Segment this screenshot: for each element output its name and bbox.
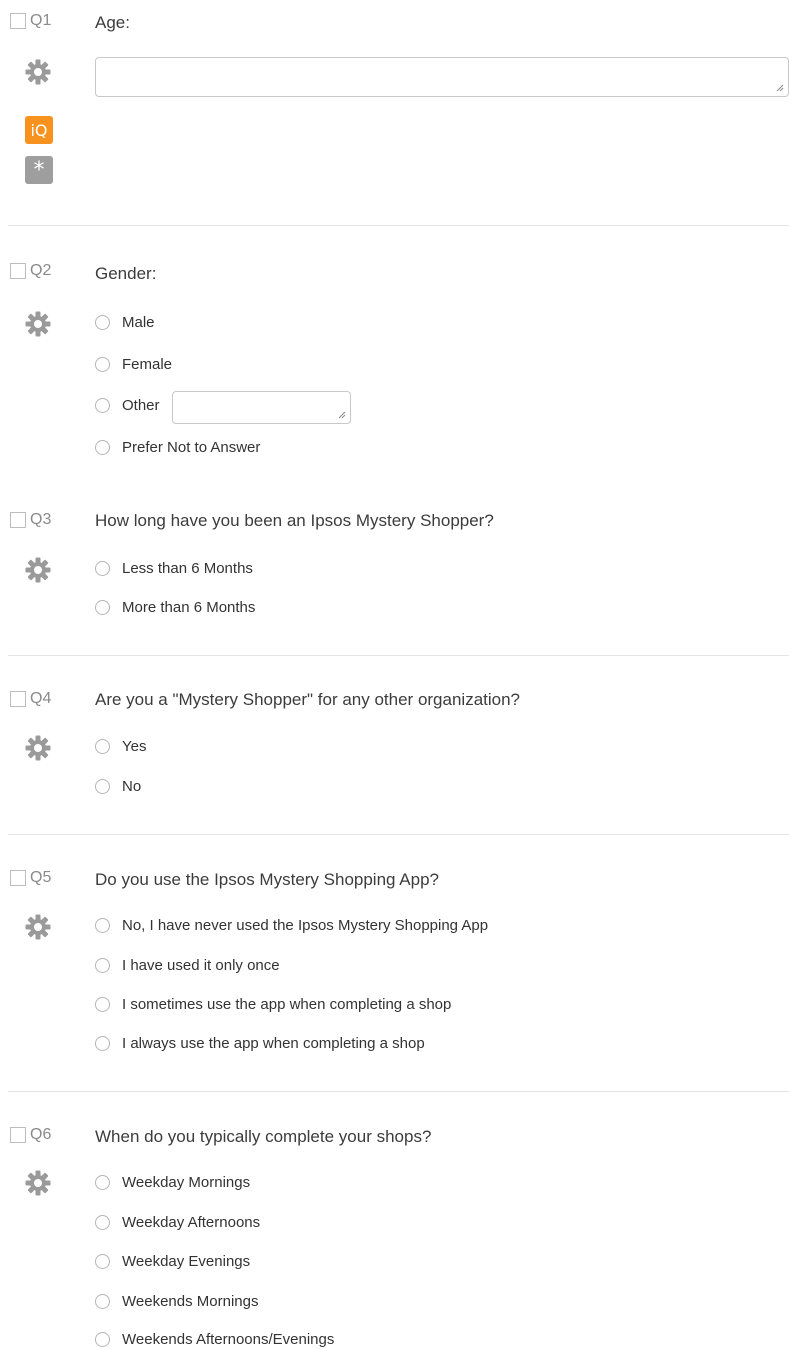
age-text-entry[interactable]: [95, 57, 789, 97]
radio-button[interactable]: [95, 1214, 110, 1230]
question-text[interactable]: How long have you been an Ipsos Mystery …: [95, 510, 494, 532]
choice-label: Yes: [122, 737, 147, 755]
choice-weekday-evenings[interactable]: Weekday Evenings: [95, 1250, 250, 1272]
iq-icon[interactable]: iQ: [25, 116, 53, 144]
choice-weekends-mornings[interactable]: Weekends Mornings: [95, 1290, 258, 1312]
question-text[interactable]: Are you a "Mystery Shopper" for any othe…: [95, 689, 520, 711]
choice-never-used-app[interactable]: No, I have never used the Ipsos Mystery …: [95, 914, 488, 936]
radio-button[interactable]: [95, 1331, 110, 1347]
radio-button[interactable]: [95, 1293, 110, 1309]
gear-icon[interactable]: [24, 913, 52, 941]
question-checkbox[interactable]: [10, 263, 26, 279]
choice-weekday-mornings[interactable]: Weekday Mornings: [95, 1171, 250, 1193]
question-block-q4: Q4 Are you a "Mystery Shopper" for any o…: [0, 688, 789, 808]
resize-handle-icon[interactable]: [338, 411, 346, 419]
choice-no[interactable]: No: [95, 775, 141, 797]
choice-sometimes-use[interactable]: I sometimes use the app when completing …: [95, 993, 451, 1015]
choice-label: I sometimes use the app when completing …: [122, 995, 452, 1013]
question-text[interactable]: Gender:: [95, 263, 156, 285]
question-number: Q4: [30, 690, 52, 707]
resize-handle-icon[interactable]: [776, 84, 784, 92]
choice-label: Weekends Afternoons/Evenings: [122, 1330, 335, 1348]
question-checkbox[interactable]: [10, 691, 26, 707]
choice-label: Weekday Afternoons: [122, 1213, 261, 1231]
question-separator: [8, 834, 789, 835]
radio-button[interactable]: [95, 738, 110, 754]
radio-button[interactable]: [95, 560, 110, 576]
radio-button[interactable]: [95, 599, 110, 615]
choice-other[interactable]: Other: [95, 394, 160, 416]
gear-icon[interactable]: [24, 734, 52, 762]
survey-editor: Q1 iQ * Age: Q2 Gender: Male Female Othe…: [0, 0, 789, 1349]
required-icon[interactable]: *: [25, 156, 53, 184]
gear-icon[interactable]: [24, 1169, 52, 1197]
choice-label: Other: [122, 396, 160, 414]
question-checkbox[interactable]: [10, 512, 26, 528]
gear-icon[interactable]: [24, 58, 52, 86]
question-checkbox[interactable]: [10, 870, 26, 886]
question-block-q6: Q6 When do you typically complete your s…: [0, 1124, 789, 1349]
radio-button[interactable]: [95, 957, 110, 973]
radio-button[interactable]: [95, 996, 110, 1012]
choice-prefer-not-to-answer[interactable]: Prefer Not to Answer: [95, 436, 260, 458]
question-separator: [8, 225, 789, 226]
choice-label: Female: [122, 355, 173, 373]
question-number: Q5: [30, 869, 52, 886]
other-text-entry[interactable]: [172, 391, 351, 424]
choice-male[interactable]: Male: [95, 311, 155, 333]
question-block-q5: Q5 Do you use the Ipsos Mystery Shopping…: [0, 867, 789, 1067]
question-number: Q6: [30, 1126, 52, 1143]
choice-label: Male: [122, 313, 155, 331]
question-number: Q1: [30, 12, 52, 29]
question-block-q3: Q3 How long have you been an Ipsos Myste…: [0, 509, 789, 629]
question-select[interactable]: Q2: [10, 260, 51, 282]
question-text[interactable]: When do you typically complete your shop…: [95, 1126, 431, 1148]
question-select[interactable]: Q6: [10, 1124, 51, 1146]
choice-label: Weekday Mornings: [122, 1173, 251, 1191]
radio-button[interactable]: [95, 778, 110, 794]
choice-always-use[interactable]: I always use the app when completing a s…: [95, 1032, 425, 1054]
choice-female[interactable]: Female: [95, 353, 172, 375]
choice-weekends-afternoons-evenings[interactable]: Weekends Afternoons/Evenings: [95, 1328, 334, 1349]
choice-label: No, I have never used the Ipsos Mystery …: [122, 916, 489, 934]
choice-label: Less than 6 Months: [122, 559, 253, 577]
question-select[interactable]: Q3: [10, 509, 51, 531]
choice-used-once[interactable]: I have used it only once: [95, 954, 280, 976]
question-text[interactable]: Age:: [95, 12, 130, 34]
choice-weekday-afternoons[interactable]: Weekday Afternoons: [95, 1211, 260, 1233]
choice-label: Prefer Not to Answer: [122, 438, 261, 456]
choice-label: More than 6 Months: [122, 598, 256, 616]
question-select[interactable]: Q5: [10, 867, 51, 889]
question-text[interactable]: Do you use the Ipsos Mystery Shopping Ap…: [95, 869, 439, 891]
gear-icon[interactable]: [24, 556, 52, 584]
question-block-q2: Q2 Gender: Male Female Other Prefer Not …: [0, 260, 789, 470]
radio-button[interactable]: [95, 1253, 110, 1269]
choice-less-than-6-months[interactable]: Less than 6 Months: [95, 557, 253, 579]
radio-button[interactable]: [95, 917, 110, 933]
choice-label: Weekday Evenings: [122, 1252, 251, 1270]
question-number: Q2: [30, 262, 52, 279]
radio-button[interactable]: [95, 314, 110, 330]
radio-button[interactable]: [95, 1174, 110, 1190]
choice-label: I always use the app when completing a s…: [122, 1034, 425, 1052]
choice-label: I have used it only once: [122, 956, 280, 974]
question-checkbox[interactable]: [10, 13, 26, 29]
question-block-q1: Q1 iQ * Age:: [0, 10, 789, 210]
radio-button[interactable]: [95, 439, 110, 455]
choice-label: No: [122, 777, 142, 795]
question-separator: [8, 1091, 789, 1092]
question-select[interactable]: Q4: [10, 688, 51, 710]
choice-more-than-6-months[interactable]: More than 6 Months: [95, 596, 255, 618]
radio-button[interactable]: [95, 1035, 110, 1051]
choice-label: Weekends Mornings: [122, 1292, 259, 1310]
gear-icon[interactable]: [24, 310, 52, 338]
radio-button[interactable]: [95, 397, 110, 413]
question-number: Q3: [30, 511, 52, 528]
radio-button[interactable]: [95, 356, 110, 372]
question-checkbox[interactable]: [10, 1127, 26, 1143]
question-select[interactable]: Q1: [10, 10, 51, 32]
question-separator: [8, 655, 789, 656]
choice-yes[interactable]: Yes: [95, 735, 146, 757]
